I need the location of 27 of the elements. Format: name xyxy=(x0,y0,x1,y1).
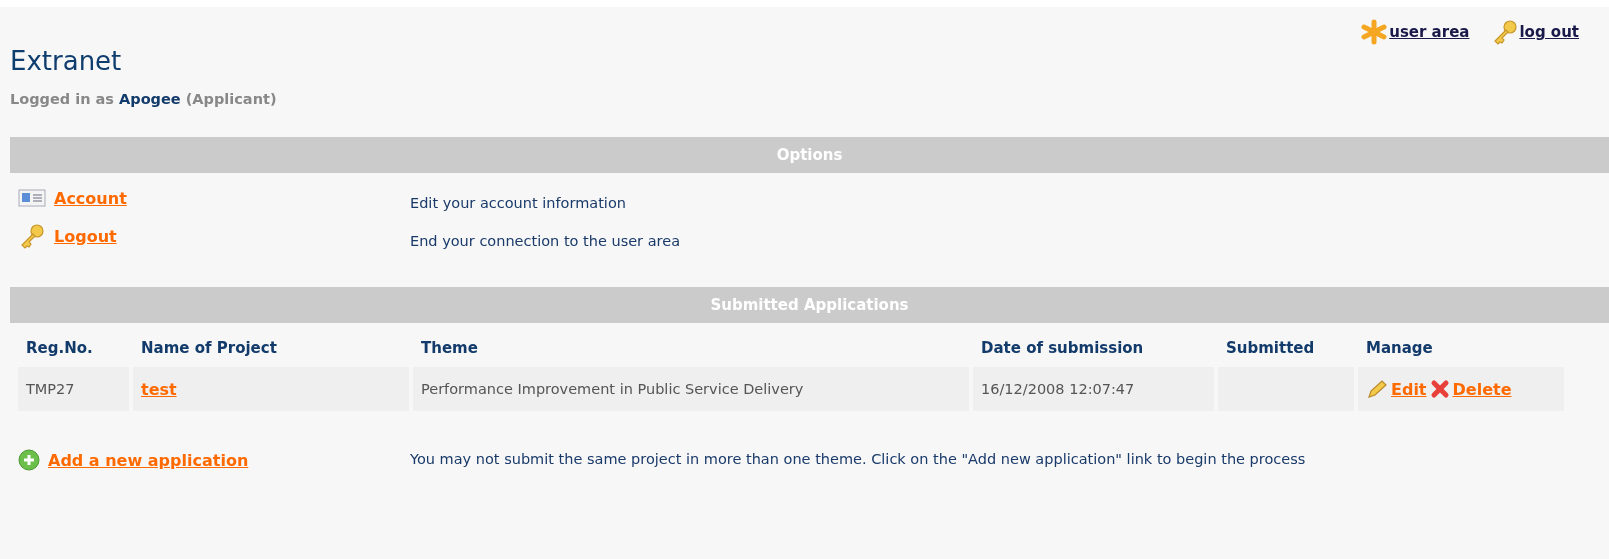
edit-link[interactable]: Edit xyxy=(1391,379,1427,399)
column-header: Manage xyxy=(1365,338,1434,359)
option-link[interactable]: Logout xyxy=(54,226,117,246)
login-status: Logged in as Apogee (Applicant) xyxy=(10,91,278,107)
top-link[interactable]: user area xyxy=(1389,23,1470,41)
delete-link[interactable]: Delete xyxy=(1452,379,1512,399)
column-header: Reg.No. xyxy=(25,338,94,359)
option-description: End your connection to the user area xyxy=(410,232,682,249)
column-header: Date of submission xyxy=(980,338,1145,359)
column-header: Theme xyxy=(420,338,479,359)
page-title: Extranet xyxy=(10,45,123,77)
info-text: You may not submit the same project in more than one theme. Click on the "Add new application" link to begin the process xyxy=(410,450,1307,469)
project-link[interactable]: test xyxy=(141,379,177,399)
option-description: Edit your account information xyxy=(410,194,627,211)
delete-icon xyxy=(1429,379,1450,399)
add-icon xyxy=(18,449,40,471)
table-cell: TMP27 xyxy=(18,367,129,411)
pencil-icon xyxy=(1366,379,1388,399)
column-header: Submitted xyxy=(1225,338,1316,359)
table-cell: Performance Improvement in Public Service Delivery xyxy=(413,367,969,411)
asterisk-icon xyxy=(1359,19,1390,45)
option-link[interactable]: Account xyxy=(54,188,127,208)
column-header: Name of Project xyxy=(140,338,278,359)
table-cell: 16/12/2008 12:07:47 xyxy=(973,367,1214,411)
top-link[interactable]: log out xyxy=(1519,23,1579,41)
add-application-link[interactable]: Add a new application xyxy=(48,450,249,470)
id-card-icon xyxy=(18,189,46,207)
